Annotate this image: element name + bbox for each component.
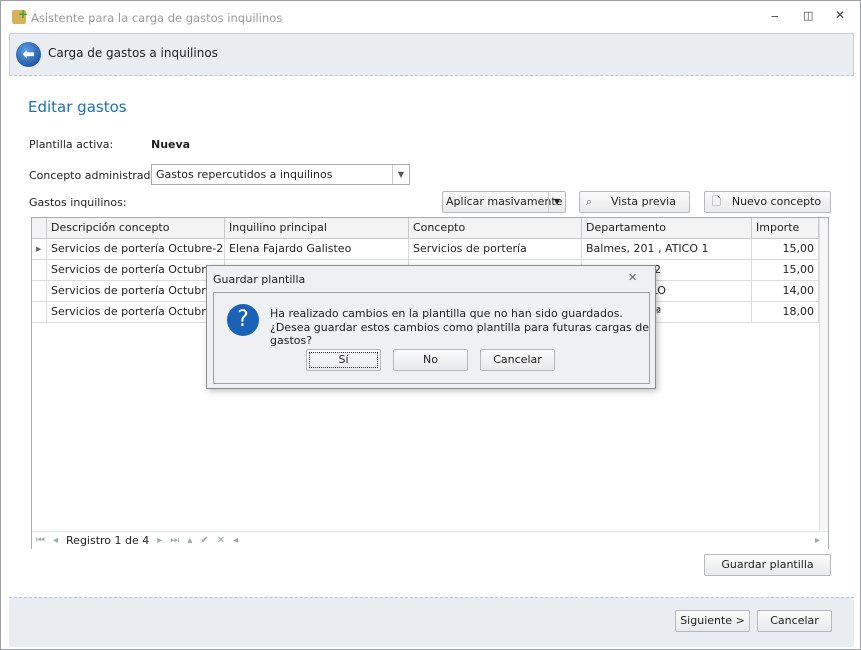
up-icon[interactable]: ▴ <box>183 535 196 546</box>
scroll-left-icon[interactable]: ◂ <box>229 535 242 546</box>
siguiente-button[interactable]: Siguiente > <box>675 610 750 632</box>
first-record-icon[interactable]: ⏮ <box>32 535 49 546</box>
scroll-right-icon[interactable]: ▸ <box>811 535 824 546</box>
section-title: Editar gastos <box>28 98 127 116</box>
table-cell[interactable]: Servicios de portería Octubre-20 <box>47 281 225 301</box>
app-icon: + <box>12 7 28 24</box>
guardar-plantilla-dialog: Guardar plantilla ✕ ? Ha realizado cambi… <box>206 265 656 389</box>
wizard-window: + Asistente para la carga de gastos inqu… <box>0 0 861 650</box>
row-indicator[interactable] <box>32 260 47 280</box>
aplicar-label: Aplicar masivamente <box>446 195 563 208</box>
yes-button[interactable]: Sí <box>306 349 381 371</box>
magnifier-icon: ⌕ <box>586 195 593 208</box>
prev-record-icon[interactable]: ◂ <box>49 535 62 546</box>
cancelar-button[interactable]: Cancelar <box>757 610 832 632</box>
close-icon[interactable]: ✕ <box>835 8 845 22</box>
grid-header: Descripción concepto Inquilino principal… <box>32 218 819 239</box>
next-record-icon[interactable]: ▸ <box>153 535 166 546</box>
table-row[interactable]: ▶ Servicios de portería Octubre-2022 Elena… <box>32 239 819 260</box>
no-button[interactable]: No <box>393 349 468 371</box>
plantilla-value: Nueva <box>151 138 191 151</box>
guardar-plantilla-button[interactable]: Guardar plantilla <box>704 554 831 576</box>
chevron-down-icon[interactable]: ▼ <box>392 165 409 184</box>
dialog-message-line1: Ha realizado cambios en la plantilla que… <box>270 307 623 320</box>
back-icon[interactable]: ⬅ <box>16 42 41 67</box>
nuevo-label: Nuevo concepto <box>731 195 822 208</box>
dialog-title: Guardar plantilla <box>213 273 306 286</box>
row-indicator[interactable] <box>32 281 47 301</box>
record-counter: Registro 1 de 4 <box>62 534 154 547</box>
check-icon[interactable]: ✔ <box>196 535 212 546</box>
nuevo-concepto-button[interactable]: 🗋 Nuevo concepto <box>704 191 831 213</box>
indicator-header <box>32 218 47 238</box>
column-header[interactable]: Concepto <box>409 218 582 238</box>
table-cell[interactable]: Servicios de portería Octubre-2022 <box>47 239 225 259</box>
dialog-message-line2: ¿Desea guardar estos cambios como planti… <box>270 321 649 347</box>
concepto-select[interactable]: Gastos repercutidos a inquilinos ▼ <box>151 164 410 185</box>
maximize-icon[interactable]: ◫ <box>803 9 813 22</box>
concepto-select-value: Gastos repercutidos a inquilinos <box>156 168 333 181</box>
window-title: Asistente para la carga de gastos inquil… <box>31 11 283 25</box>
row-indicator[interactable] <box>32 302 47 322</box>
column-header[interactable]: Inquilino principal <box>225 218 409 238</box>
table-cell[interactable]: Servicios de portería <box>409 239 582 259</box>
dialog-close-icon[interactable]: ✕ <box>628 271 637 284</box>
column-header[interactable]: Descripción concepto <box>47 218 225 238</box>
table-cell[interactable]: 14,00 <box>752 281 819 301</box>
grid-navigator: ⏮ ◂ Registro 1 de 4 ▸ ⏭ ▴ ✔ ✕ ◂ ▸ <box>32 531 828 549</box>
vertical-scrollbar[interactable] <box>819 218 828 530</box>
table-cell[interactable]: Elena Fajardo Galisteo <box>225 239 409 259</box>
dialog-cancel-button[interactable]: Cancelar <box>480 349 555 371</box>
gastos-label: Gastos inquilinos: <box>29 196 127 209</box>
table-cell[interactable]: Servicios de portería Octubre-20 <box>47 302 225 322</box>
delete-icon[interactable]: ✕ <box>213 535 229 546</box>
table-cell[interactable]: Servicios de portería Octubre-20 <box>47 260 225 280</box>
header-title: Carga de gastos a inquilinos <box>48 46 218 60</box>
table-cell[interactable]: Balmes, 201 , ATICO 1 <box>582 239 752 259</box>
vista-previa-button[interactable]: ⌕ Vista previa <box>579 191 690 213</box>
dialog-body: ? Ha realizado cambios en la plantilla q… <box>213 292 650 384</box>
row-indicator[interactable]: ▶ <box>32 239 47 259</box>
question-icon: ? <box>227 304 259 336</box>
table-cell[interactable]: 15,00 <box>752 260 819 280</box>
wizard-header: ⬅ Carga de gastos a inquilinos <box>9 33 854 76</box>
plantilla-label: Plantilla activa: <box>29 138 114 151</box>
last-record-icon[interactable]: ⏭ <box>166 535 183 546</box>
column-header[interactable]: Departamento <box>582 218 752 238</box>
table-cell[interactable]: 15,00 <box>752 239 819 259</box>
vista-label: Vista previa <box>611 195 676 208</box>
document-icon: 🗋 <box>712 195 721 208</box>
aplicar-masivamente-button[interactable]: Aplicar masivamente ▼ <box>442 191 566 213</box>
title-bar: + Asistente para la carga de gastos inqu… <box>1 1 860 33</box>
table-cell[interactable]: 18,00 <box>752 302 819 322</box>
minimize-icon[interactable]: ‒ <box>771 9 779 23</box>
column-header[interactable]: Importe <box>752 218 819 238</box>
chevron-down-icon[interactable]: ▼ <box>548 192 565 212</box>
concepto-label: Concepto administrador: <box>29 169 166 182</box>
